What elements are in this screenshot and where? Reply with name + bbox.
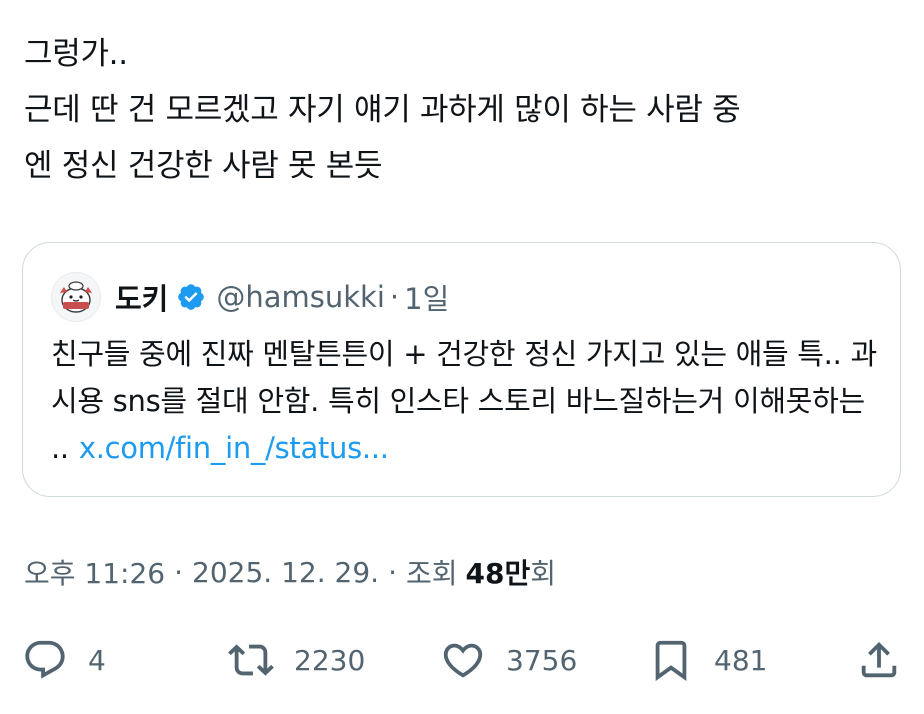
quoted-author-handle[interactable]: @hamsukki (216, 280, 385, 314)
like-button[interactable]: 3756 (440, 632, 577, 688)
share-icon (856, 637, 902, 683)
tweet-text: 그렁가.. 근데 딴 건 모르겠고 자기 얘기 과하게 많이 하는 사람 중 엔… (24, 36, 741, 184)
reply-count: 4 (88, 643, 106, 677)
quoted-tweet-card[interactable]: 도키 @hamsukki · 1일 친구들 중에 진짜 멘탈튼튼이 + 건강한 … (22, 242, 901, 497)
bookmark-count: 481 (714, 643, 768, 677)
quoted-tweet-link[interactable]: x.com/fin_in_/status... (79, 431, 389, 465)
separator-dot: · (388, 555, 397, 589)
quoted-tweet-time[interactable]: 1일 (404, 276, 449, 318)
like-count: 3756 (506, 643, 578, 677)
separator-dot: · (389, 280, 400, 314)
views-label: 조회 (405, 557, 458, 590)
tweet-actions: 4 2230 3756 481 (0, 632, 924, 688)
views-suffix: 회 (530, 557, 556, 590)
verified-badge-icon (176, 282, 206, 312)
avatar-illustration-icon (60, 281, 92, 313)
tweet-date[interactable]: 2025. 12. 29. (192, 556, 379, 589)
reply-icon (22, 637, 68, 683)
bookmark-icon (648, 637, 694, 683)
bookmark-button[interactable]: 481 (648, 632, 767, 688)
repost-count: 2230 (294, 643, 366, 677)
separator-dot: · (174, 555, 184, 589)
quoted-tweet-header: 도키 @hamsukki · 1일 (51, 271, 449, 323)
repost-button[interactable]: 2230 (228, 632, 365, 688)
quoted-author-name[interactable]: 도키 (115, 276, 168, 318)
quoted-author-avatar[interactable] (51, 272, 101, 322)
tweet-time[interactable]: 오후 11:26 (24, 552, 165, 592)
reply-button[interactable]: 4 (22, 632, 106, 688)
views-count: 48만 (465, 557, 531, 590)
quoted-tweet-body: 친구들 중에 진짜 멘탈튼튼이 + 건강한 정신 가지고 있는 애들 특.. 과… (51, 331, 881, 472)
tweet-meta: 오후 11:26 · 2025. 12. 29. · 조회 48만 회 (24, 552, 556, 592)
repost-icon (228, 637, 274, 683)
heart-icon (440, 637, 486, 683)
share-button[interactable] (856, 632, 902, 688)
